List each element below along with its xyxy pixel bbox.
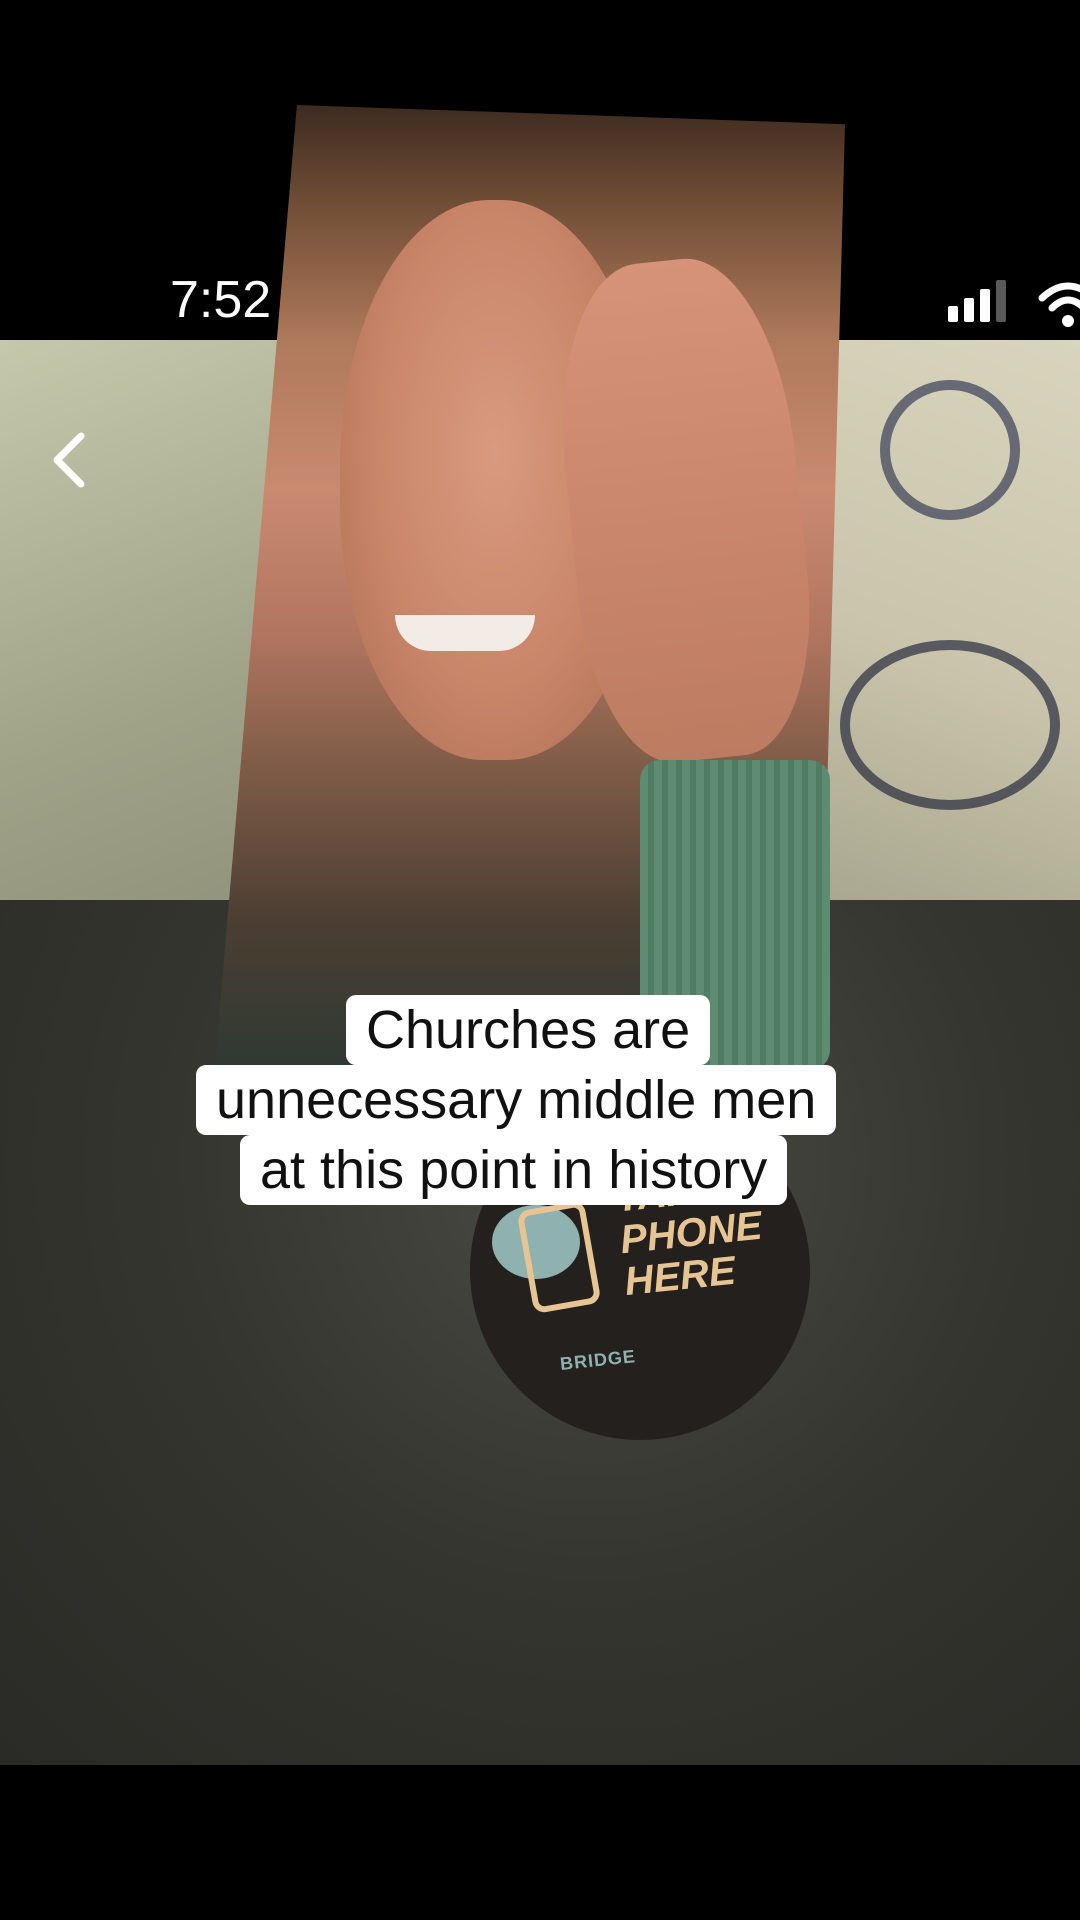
caption-line-3: at this point in history	[240, 1135, 788, 1205]
chevron-left-icon[interactable]	[45, 430, 95, 490]
caption-line-2: unnecessary middle men	[196, 1065, 837, 1135]
smile	[395, 615, 535, 651]
status-time: 7:52	[170, 271, 272, 329]
flower-pattern	[840, 640, 1060, 810]
phone-icon	[516, 1199, 602, 1315]
flower-pattern	[880, 380, 1020, 520]
bridge-logo: BRIDGE	[559, 1346, 637, 1374]
cellular-signal-icon	[948, 280, 1018, 322]
wifi-icon	[1038, 282, 1080, 327]
caption-line-1: Churches are	[346, 995, 711, 1065]
